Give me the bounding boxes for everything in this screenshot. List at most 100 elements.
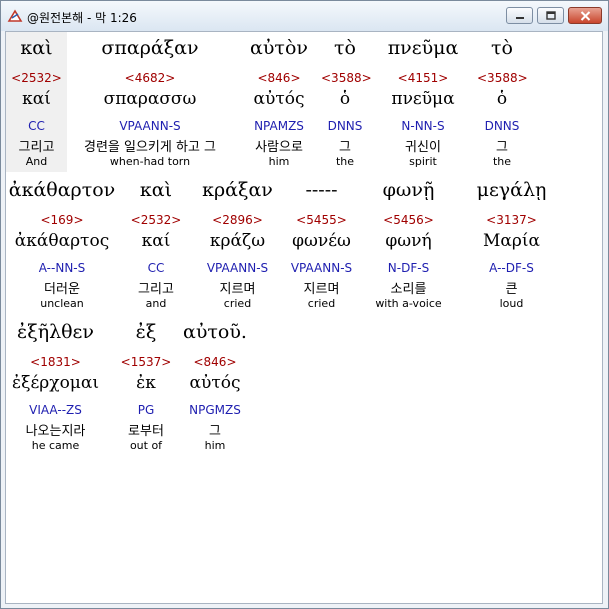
english-gloss: the	[335, 155, 355, 168]
maximize-icon	[545, 11, 556, 20]
greek-word: ἐξ	[135, 321, 157, 343]
korean-gloss: 더러운	[44, 282, 80, 297]
minimize-button[interactable]	[506, 7, 533, 24]
lemma: κράζω	[209, 231, 266, 251]
greek-word: καὶ	[139, 179, 173, 201]
interlinear-word[interactable]: ----- <5455> φωνέω VPAANN-S 지르며 cried	[283, 179, 360, 317]
strongs-number: <169>	[40, 213, 84, 227]
english-gloss: with a-voice	[375, 297, 442, 310]
interlinear-word[interactable]: κράξαν <2896> κράζω VPAANN-S 지르며 cried	[192, 179, 283, 317]
interlinear-word[interactable]: ἀκάθαρτον <169> ἀκάθαρτος A--NN-S 더러운 unclean	[6, 179, 118, 317]
parsing-code: N-NN-S	[401, 119, 445, 133]
korean-gloss: 지르며	[303, 282, 340, 297]
korean-gloss: 그	[339, 140, 351, 155]
close-button[interactable]	[568, 7, 602, 24]
greek-word: -----	[305, 179, 338, 201]
english-gloss: And	[25, 155, 48, 168]
korean-gloss: 그리고	[18, 140, 55, 155]
greek-word: φωνῇ	[382, 179, 435, 201]
strongs-number: <2532>	[130, 213, 182, 227]
lemma: ἀκάθαρτος	[14, 231, 110, 251]
parsing-code: CC	[147, 261, 165, 275]
greek-word: τὸ	[334, 37, 356, 59]
lemma: ἐκ	[136, 373, 156, 393]
strongs-number: <3588>	[321, 71, 372, 85]
english-gloss: spirit	[409, 155, 437, 168]
parsing-code: DNNS	[327, 119, 363, 133]
parsing-code: A--NN-S	[38, 261, 86, 275]
greek-word: κράξαν	[202, 179, 273, 201]
parsing-code: PG	[137, 403, 155, 417]
app-logo-icon	[7, 9, 23, 22]
interlinear-content: καὶ <2532> καί CC 그리고 And σπαράξαν <4682> σπαρασ…	[5, 31, 603, 604]
strongs-number: <4682>	[124, 71, 176, 85]
parsing-code: NPAMZS	[254, 119, 304, 133]
lemma: Μαρία	[482, 231, 541, 251]
korean-gloss: 나오는지라	[25, 424, 86, 439]
minimize-icon	[515, 16, 524, 19]
english-gloss: out of	[129, 439, 163, 452]
maximize-button[interactable]	[537, 7, 564, 24]
strongs-number: <3588>	[477, 71, 528, 85]
korean-gloss: 귀신이	[405, 140, 441, 155]
interlinear-word[interactable]: ἐξῆλθεν <1831> ἐξέρχομαι VIAA--ZS 나오는지라 he ca…	[6, 321, 105, 459]
interlinear-word[interactable]: μεγάλῃ <3137> Μαρία A--DF-S 큰 loud	[457, 179, 566, 317]
english-gloss: cried	[223, 297, 252, 310]
lemma: φωνή	[385, 231, 432, 251]
greek-word: αὐτὸν	[250, 37, 308, 59]
window-title: @원전본해 - 막 1:26	[27, 11, 137, 25]
korean-gloss: 그리고	[138, 282, 174, 297]
lemma: αὐτός	[253, 89, 305, 109]
app-window: @원전본해 - 막 1:26 καὶ <2532> καί CC 그리고 And σπαρά…	[0, 0, 609, 609]
lemma: ἐξέρχομαι	[11, 373, 100, 393]
title-bar[interactable]: @원전본해 - 막 1:26	[1, 1, 608, 31]
strongs-number: <5455>	[296, 213, 347, 227]
english-gloss: and	[145, 297, 167, 310]
greek-word: σπαράξαν	[101, 37, 199, 59]
english-gloss: him	[268, 155, 290, 168]
english-gloss: cried	[307, 297, 336, 310]
greek-word: τὸ	[491, 37, 513, 59]
parsing-code: CC	[28, 119, 45, 133]
interlinear-word[interactable]: τὸ <3588> ὁ DNNS 그 the	[477, 37, 528, 175]
strongs-number: <1537>	[120, 355, 172, 369]
english-gloss: unclean	[40, 297, 84, 310]
lemma: ὁ	[496, 89, 508, 109]
close-icon	[580, 10, 590, 21]
interlinear-word[interactable]: φωνῇ <5456> φωνή N-DF-S 소리를 with a-voice	[360, 179, 457, 317]
korean-gloss: 그	[209, 424, 221, 439]
english-gloss: him	[204, 439, 226, 452]
parsing-code: VPAANN-S	[290, 261, 353, 275]
greek-word: ἀκάθαρτον	[8, 179, 116, 201]
interlinear-word[interactable]: αὐτοῦ. <846> αὐτός NPGMZS 그 him	[177, 321, 253, 459]
lemma: φωνέω	[292, 231, 351, 251]
interlinear-word[interactable]: αὐτὸν <846> αὐτός NPAMZS 사람으로 him	[237, 37, 321, 175]
english-gloss: the	[492, 155, 512, 168]
english-gloss: when-had torn	[109, 155, 191, 168]
lemma: σπαρασσω	[103, 89, 197, 109]
interlinear-word[interactable]: ἐξ <1537> ἐκ PG 로부터 out of	[115, 321, 177, 459]
parsing-code: NPGMZS	[189, 403, 241, 417]
interlinear-word[interactable]: τὸ <3588> ὁ DNNS 그 the	[321, 37, 372, 175]
strongs-number: <846>	[257, 71, 301, 85]
strongs-number: <2532>	[11, 71, 62, 85]
strongs-number: <2896>	[212, 213, 263, 227]
strongs-number: <4151>	[397, 71, 449, 85]
interlinear-word[interactable]: καὶ <2532> καί CC 그리고 And	[6, 37, 67, 175]
korean-gloss: 사람으로	[255, 140, 303, 155]
lemma: καί	[22, 89, 51, 109]
strongs-number: <5456>	[383, 213, 434, 227]
korean-gloss: 소리를	[390, 282, 427, 297]
parsing-code: DNNS	[484, 119, 520, 133]
korean-gloss: 그	[496, 140, 508, 155]
lemma: αὐτός	[189, 373, 241, 393]
lemma: καί	[141, 231, 171, 251]
greek-word: μεγάλῃ	[476, 179, 547, 201]
interlinear-word[interactable]: καὶ <2532> καί CC 그리고 and	[120, 179, 192, 317]
interlinear-word[interactable]: πνεῦμα <4151> πνεῦμα N-NN-S 귀신이 spirit	[369, 37, 477, 175]
english-gloss: he came	[31, 439, 80, 452]
interlinear-word[interactable]: σπαράξαν <4682> σπαρασσω VPAANN-S 경련을 일으키게 하…	[67, 37, 233, 175]
parsing-code: VPAANN-S	[119, 119, 181, 133]
english-gloss: loud	[499, 297, 524, 310]
korean-gloss: 큰	[505, 282, 518, 297]
